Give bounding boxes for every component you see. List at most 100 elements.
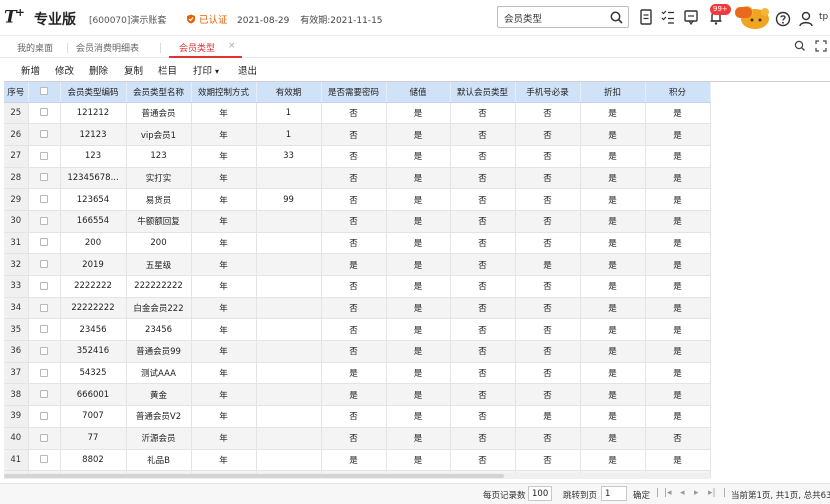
cell-validity-mode[interactable]: 年: [191, 405, 257, 428]
per-page-input[interactable]: [528, 486, 552, 501]
cell-validity-mode[interactable]: 年: [191, 123, 257, 146]
row-checkbox[interactable]: [40, 281, 48, 290]
cell-code[interactable]: 166554: [60, 210, 127, 233]
cell-phone-required[interactable]: 否: [515, 318, 581, 342]
cell-seq[interactable]: 25: [4, 102, 29, 125]
last-page-icon[interactable]: ▸|: [708, 488, 716, 498]
cell-seq[interactable]: 35: [4, 318, 29, 342]
tab-search-icon[interactable]: [794, 40, 806, 52]
cell-need-password[interactable]: 否: [321, 145, 387, 168]
row-checkbox[interactable]: [40, 216, 48, 225]
cell-code[interactable]: 12123: [60, 123, 127, 146]
cell-phone-required[interactable]: 否: [515, 210, 581, 233]
cell-need-password[interactable]: 否: [321, 297, 387, 320]
cell-validity[interactable]: [256, 427, 322, 450]
cell-points[interactable]: 否: [645, 427, 711, 450]
cell-validity[interactable]: [256, 210, 322, 233]
cell-code[interactable]: 666001: [60, 383, 127, 407]
col-header-validity[interactable]: 有效期: [256, 82, 322, 103]
tab-member-consumption-detail[interactable]: 会员消费明细表: [76, 41, 139, 54]
cell-need-password[interactable]: 是: [321, 449, 387, 472]
cell-validity-mode[interactable]: 年: [191, 145, 257, 168]
cell-seq[interactable]: 28: [4, 167, 29, 190]
cell-stored-value[interactable]: 是: [386, 145, 451, 168]
cell-name[interactable]: 222222222: [126, 275, 192, 298]
cell-select[interactable]: [28, 318, 61, 342]
cell-select[interactable]: [28, 123, 61, 146]
first-page-icon[interactable]: |◂: [664, 488, 672, 498]
cell-stored-value[interactable]: 是: [386, 102, 451, 125]
row-checkbox[interactable]: [40, 411, 48, 420]
cell-code[interactable]: 2222222: [60, 275, 127, 298]
next-page-icon[interactable]: ▸: [694, 488, 699, 498]
tab-close-icon[interactable]: ×: [228, 41, 236, 51]
cell-phone-required[interactable]: 否: [515, 362, 581, 385]
cell-phone-required[interactable]: 否: [515, 102, 581, 125]
cell-code[interactable]: 123: [60, 145, 127, 168]
cell-stored-value[interactable]: 是: [386, 210, 451, 233]
cell-seq[interactable]: 41: [4, 449, 29, 472]
copy-button[interactable]: 复制: [124, 63, 143, 77]
table-row[interactable]: 31 200 200 年否是否否是是: [4, 232, 711, 255]
table-row[interactable]: 30 166554 牛额额回复年否是否否是是: [4, 210, 711, 233]
cell-points[interactable]: 是: [645, 340, 711, 363]
cell-validity[interactable]: 33: [256, 145, 322, 168]
cell-points[interactable]: 是: [645, 383, 711, 407]
cell-stored-value[interactable]: 是: [386, 232, 451, 255]
cell-validity-mode[interactable]: 年: [191, 362, 257, 385]
exit-button[interactable]: 退出: [238, 63, 257, 77]
cell-select[interactable]: [28, 210, 61, 233]
cell-points[interactable]: 是: [645, 145, 711, 168]
table-row[interactable]: 41 8802 礼品B 年是是否否是是: [4, 449, 711, 472]
cell-validity-mode[interactable]: 年: [191, 275, 257, 298]
cell-default-type[interactable]: 否: [450, 362, 516, 385]
cell-default-type[interactable]: 否: [450, 232, 516, 255]
cell-discount[interactable]: 是: [580, 405, 646, 428]
col-header-points[interactable]: 积分: [645, 82, 711, 103]
cell-default-type[interactable]: 否: [450, 405, 516, 428]
cell-discount[interactable]: 是: [580, 362, 646, 385]
tab-my-desktop[interactable]: 我的桌面: [17, 41, 53, 54]
cell-points[interactable]: 是: [645, 253, 711, 276]
cell-select[interactable]: [28, 167, 61, 190]
cell-select[interactable]: [28, 297, 61, 320]
cell-points[interactable]: 是: [645, 102, 711, 125]
row-checkbox[interactable]: [40, 260, 48, 269]
cell-phone-required[interactable]: 否: [515, 340, 581, 363]
cell-seq[interactable]: 26: [4, 123, 29, 146]
cell-code[interactable]: 8802: [60, 449, 127, 472]
row-checkbox[interactable]: [40, 390, 48, 399]
cell-default-type[interactable]: 否: [450, 145, 516, 168]
cell-validity-mode[interactable]: 年: [191, 449, 257, 472]
cell-name[interactable]: 普通会员V2: [126, 405, 192, 428]
cell-select[interactable]: [28, 405, 61, 428]
col-header-select[interactable]: [28, 82, 61, 103]
table-row[interactable]: 27 123 123 年 33 否是否否是是: [4, 145, 711, 168]
cell-discount[interactable]: 是: [580, 210, 646, 233]
row-checkbox[interactable]: [40, 346, 48, 355]
cell-phone-required[interactable]: 是: [515, 405, 581, 428]
col-header-phone-required[interactable]: 手机号必录: [515, 82, 581, 103]
cell-phone-required[interactable]: 是: [515, 253, 581, 276]
cell-points[interactable]: 是: [645, 318, 711, 342]
cell-validity[interactable]: [256, 253, 322, 276]
cell-validity-mode[interactable]: 年: [191, 318, 257, 342]
cell-name[interactable]: 测试AAA: [126, 362, 192, 385]
table-row[interactable]: 35 23456 23456 年否是否否是是: [4, 318, 711, 342]
cell-default-type[interactable]: 否: [450, 123, 516, 146]
cell-phone-required[interactable]: 否: [515, 383, 581, 407]
cell-discount[interactable]: 是: [580, 427, 646, 450]
cell-name[interactable]: 实打实: [126, 167, 192, 190]
cell-discount[interactable]: 是: [580, 275, 646, 298]
cell-default-type[interactable]: 否: [450, 167, 516, 190]
cell-validity[interactable]: [256, 297, 322, 320]
cell-phone-required[interactable]: 否: [515, 275, 581, 298]
cell-validity[interactable]: [256, 167, 322, 190]
col-header-default-type[interactable]: 默认会员类型: [450, 82, 516, 103]
add-button[interactable]: 新增: [21, 63, 40, 77]
col-header-discount[interactable]: 折扣: [580, 82, 646, 103]
cell-validity-mode[interactable]: 年: [191, 167, 257, 190]
prev-page-icon[interactable]: ◂: [680, 488, 685, 498]
cell-seq[interactable]: 37: [4, 362, 29, 385]
cell-seq[interactable]: 34: [4, 297, 29, 320]
